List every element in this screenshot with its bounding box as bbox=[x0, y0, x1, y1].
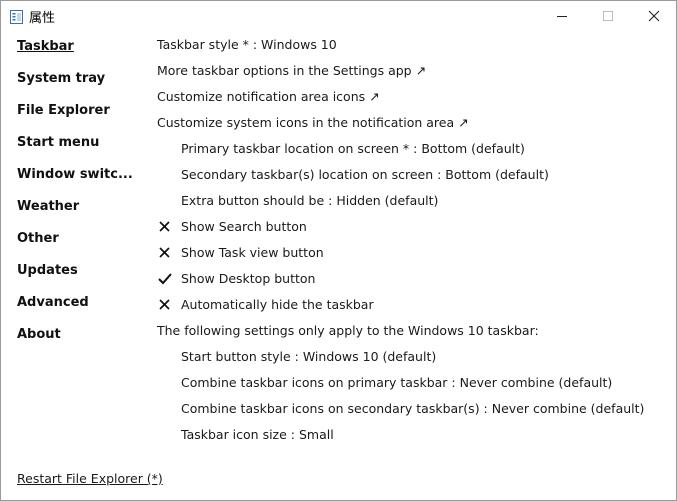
sidebar-item-about[interactable]: About bbox=[17, 325, 147, 357]
combine-secondary-setting[interactable]: Combine taskbar icons on secondary taskb… bbox=[157, 399, 667, 425]
sidebar-item-start-menu[interactable]: Start menu bbox=[17, 133, 147, 165]
close-icon bbox=[648, 10, 660, 22]
extra-button-setting[interactable]: Extra button should be : Hidden (default… bbox=[157, 191, 667, 217]
sidebar-item-window-switcher[interactable]: Window switc... bbox=[17, 165, 147, 197]
sidebar-item-system-tray[interactable]: System tray bbox=[17, 69, 147, 101]
taskbar-style-setting[interactable]: Taskbar style * : Windows 10 bbox=[157, 35, 667, 61]
maximize-button[interactable] bbox=[585, 1, 631, 31]
customize-system-icons-link[interactable]: Customize system icons in the notificati… bbox=[157, 113, 667, 139]
primary-location-setting[interactable]: Primary taskbar location on screen * : B… bbox=[157, 139, 667, 165]
secondary-location-setting[interactable]: Secondary taskbar(s) location on screen … bbox=[157, 165, 667, 191]
sidebar-nav: Taskbar System tray File Explorer Start … bbox=[17, 37, 147, 357]
show-search-label: Show Search button bbox=[181, 219, 307, 234]
cross-icon bbox=[157, 298, 173, 312]
combine-primary-setting[interactable]: Combine taskbar icons on primary taskbar… bbox=[157, 373, 667, 399]
auto-hide-toggle[interactable]: Automatically hide the taskbar bbox=[157, 295, 667, 321]
minimize-button[interactable] bbox=[539, 1, 585, 31]
customize-notification-icons-link[interactable]: Customize notification area icons ↗ bbox=[157, 87, 667, 113]
checkmark-icon bbox=[157, 272, 173, 286]
cross-icon bbox=[157, 246, 173, 260]
window-title: 属性 bbox=[29, 11, 56, 26]
auto-hide-label: Automatically hide the taskbar bbox=[181, 297, 374, 312]
minimize-icon bbox=[557, 16, 567, 17]
icon-size-setting[interactable]: Taskbar icon size : Small bbox=[157, 425, 667, 451]
properties-window: 属性 Taskbar System tray File Explorer Sta… bbox=[0, 0, 677, 501]
sidebar-item-updates[interactable]: Updates bbox=[17, 261, 147, 293]
cross-icon bbox=[157, 220, 173, 234]
show-desktop-toggle[interactable]: Show Desktop button bbox=[157, 269, 667, 295]
more-options-link[interactable]: More taskbar options in the Settings app… bbox=[157, 61, 667, 87]
maximize-icon bbox=[603, 11, 613, 21]
sidebar-item-other[interactable]: Other bbox=[17, 229, 147, 261]
show-task-view-label: Show Task view button bbox=[181, 245, 324, 260]
app-icon bbox=[10, 9, 23, 24]
taskbar-settings-panel: Taskbar style * : Windows 10 More taskba… bbox=[157, 35, 667, 451]
sidebar-item-weather[interactable]: Weather bbox=[17, 197, 147, 229]
sidebar-item-advanced[interactable]: Advanced bbox=[17, 293, 147, 325]
show-task-view-toggle[interactable]: Show Task view button bbox=[157, 243, 667, 269]
show-desktop-label: Show Desktop button bbox=[181, 271, 316, 286]
sidebar-item-file-explorer[interactable]: File Explorer bbox=[17, 101, 147, 133]
show-search-toggle[interactable]: Show Search button bbox=[157, 217, 667, 243]
start-button-style-setting[interactable]: Start button style : Windows 10 (default… bbox=[157, 347, 667, 373]
title-bar: 属性 bbox=[1, 1, 676, 31]
win10-settings-header: The following settings only apply to the… bbox=[157, 323, 539, 338]
close-button[interactable] bbox=[631, 1, 677, 31]
sidebar-item-taskbar[interactable]: Taskbar bbox=[17, 37, 147, 69]
restart-explorer-link[interactable]: Restart File Explorer (*) bbox=[17, 471, 163, 486]
